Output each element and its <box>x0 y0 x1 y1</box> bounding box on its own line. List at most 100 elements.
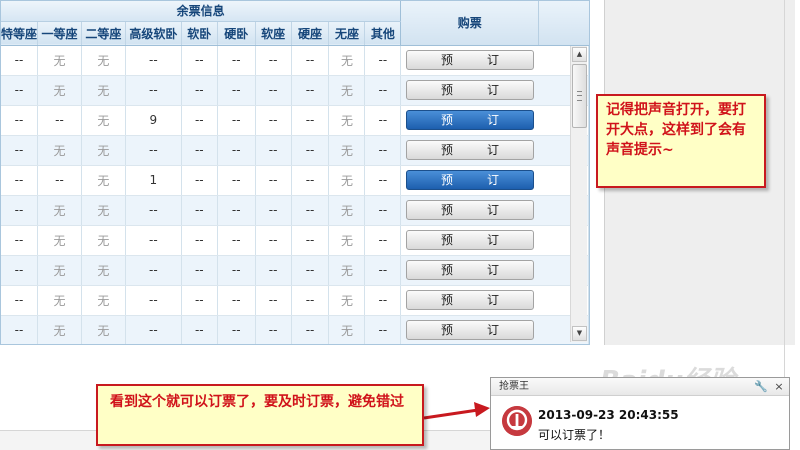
table-row: -- 无无 -- -- -- -- -- 无 -- 预订 <box>1 75 589 106</box>
seat-availability-cell: 无 <box>37 225 82 256</box>
seat-availability-cell: -- <box>125 135 182 166</box>
book-button[interactable]: 预订 <box>406 320 535 340</box>
seat-availability-cell: 无 <box>328 225 366 256</box>
table-row: -- 无无 -- -- -- -- -- 无 -- 预订 <box>1 135 589 166</box>
seat-availability-cell: -- <box>125 45 182 76</box>
seat-availability-cell: -- <box>181 45 218 76</box>
buy-header: 购票 <box>400 1 539 46</box>
seat-availability-cell: -- <box>217 75 256 106</box>
seat-availability-cell: 无 <box>37 75 82 106</box>
seat-availability-cell: -- <box>1 255 39 286</box>
scroll-up-arrow-icon[interactable]: ▲ <box>572 47 587 62</box>
seat-availability-cell: -- <box>181 255 218 286</box>
table-row: -- 无无 -- -- -- -- -- 无 -- 预订 <box>1 315 589 344</box>
seat-availability-cell: -- <box>364 225 402 256</box>
seat-availability-cell: -- <box>364 75 402 106</box>
column-header: 二等座 <box>81 21 126 46</box>
buy-cell: 预订 <box>400 135 539 166</box>
column-header: 硬卧 <box>217 21 256 46</box>
seat-availability-cell: 无 <box>37 315 82 344</box>
seat-availability-cell: 无 <box>37 195 82 226</box>
seat-availability-cell: -- <box>217 45 256 76</box>
seat-availability-cell: 无 <box>37 135 82 166</box>
remaining-tickets-header: 余票信息 <box>1 1 401 22</box>
seat-availability-cell: -- <box>255 315 292 344</box>
seat-availability-cell: -- <box>255 105 292 136</box>
seat-availability-cell: -- <box>37 165 82 196</box>
seat-availability-cell: 1 <box>125 165 182 196</box>
book-button[interactable]: 预订 <box>406 200 535 220</box>
book-button[interactable]: 预订 <box>406 260 535 280</box>
seat-availability-cell: -- <box>125 255 182 286</box>
seat-availability-cell: -- <box>1 105 39 136</box>
seat-availability-cell: -- <box>255 255 292 286</box>
seat-availability-cell: 无 <box>328 255 366 286</box>
vertical-scrollbar[interactable]: ▲ ▼ <box>570 46 587 342</box>
book-button[interactable]: 预订 <box>406 230 535 250</box>
seat-availability-cell: -- <box>255 195 292 226</box>
book-button[interactable]: 预订 <box>406 80 535 100</box>
column-header: 软卧 <box>181 21 218 46</box>
seat-availability-cell: -- <box>364 195 402 226</box>
seat-availability-cell: -- <box>181 75 218 106</box>
table-row: -- 无无 -- -- -- -- -- 无 -- 预订 <box>1 285 589 316</box>
seat-availability-cell: -- <box>291 75 330 106</box>
seat-availability-cell: -- <box>217 135 256 166</box>
book-button[interactable]: 预订 <box>406 290 535 310</box>
notification-popup[interactable]: 抢票王 🔧 × 2013-09-23 20:43:55 可以订票了！ <box>490 377 790 450</box>
buy-cell: 预订 <box>400 225 539 256</box>
seat-availability-cell: 无 <box>328 45 366 76</box>
screen: 余票信息 购票 特等座 一等座 二等座 高级软卧 软卧 硬卧 软座 硬座 无座 其他 -- 无无 --… <box>0 0 800 450</box>
table-row: -- 无无 -- -- -- -- -- 无 -- 预订 <box>1 225 589 256</box>
seat-availability-cell: -- <box>217 195 256 226</box>
seat-availability-cell: -- <box>37 105 82 136</box>
book-button[interactable]: 预订 <box>406 110 535 130</box>
seat-availability-cell: -- <box>125 285 182 316</box>
seat-availability-cell: -- <box>1 75 39 106</box>
table-row: -- 无无 -- -- -- -- -- 无 -- 预订 <box>1 195 589 226</box>
notify-tip-callout: 看到这个就可以订票了，要及时订票，避免错过 <box>96 384 424 446</box>
seat-availability-cell: -- <box>1 285 39 316</box>
seat-availability-cell: -- <box>291 195 330 226</box>
seat-availability-cell: -- <box>181 285 218 316</box>
seat-availability-cell: 9 <box>125 105 182 136</box>
seat-availability-cell: 无 <box>81 195 126 226</box>
seat-availability-cell: -- <box>181 195 218 226</box>
table-row: -- 无无 -- -- -- -- -- 无 -- 预订 <box>1 255 589 286</box>
seat-availability-cell: -- <box>217 225 256 256</box>
seat-availability-cell: -- <box>125 315 182 344</box>
seat-availability-cell: 无 <box>328 105 366 136</box>
seat-availability-cell: 无 <box>328 165 366 196</box>
book-button[interactable]: 预订 <box>406 170 535 190</box>
seat-availability-cell: -- <box>291 285 330 316</box>
notification-titlebar: 抢票王 🔧 × <box>491 378 789 396</box>
seat-availability-cell: 无 <box>81 105 126 136</box>
column-header: 高级软卧 <box>125 21 182 46</box>
seat-availability-cell: -- <box>217 315 256 344</box>
seat-availability-cell: -- <box>255 45 292 76</box>
buy-cell: 预订 <box>400 165 539 196</box>
seat-availability-cell: -- <box>364 255 402 286</box>
wrench-icon[interactable]: 🔧 <box>753 378 769 395</box>
seat-availability-cell: -- <box>217 105 256 136</box>
buy-cell: 预订 <box>400 195 539 226</box>
scrollbar-thumb[interactable] <box>572 64 587 128</box>
close-icon[interactable]: × <box>771 378 787 395</box>
seat-availability-cell: -- <box>291 45 330 76</box>
seat-availability-cell: -- <box>291 255 330 286</box>
ticket-rows: -- 无无 -- -- -- -- -- 无 -- 预订 -- 无无 -- -- -- -- -- 无 -- 预订 --… <box>1 45 589 344</box>
seat-availability-cell: -- <box>255 225 292 256</box>
table-row: -- 无无 -- -- -- -- -- 无 -- 预订 <box>1 45 589 76</box>
header-filler <box>538 1 589 46</box>
seat-availability-cell: -- <box>291 315 330 344</box>
column-header: 软座 <box>255 21 292 46</box>
seat-availability-cell: -- <box>364 105 402 136</box>
column-header: 无座 <box>328 21 366 46</box>
buy-cell: 预订 <box>400 105 539 136</box>
column-header: 一等座 <box>37 21 82 46</box>
column-header: 特等座 <box>1 21 39 46</box>
book-button[interactable]: 预订 <box>406 140 535 160</box>
book-button[interactable]: 预订 <box>406 50 535 70</box>
seat-availability-cell: 无 <box>37 255 82 286</box>
scroll-down-arrow-icon[interactable]: ▼ <box>572 326 587 341</box>
